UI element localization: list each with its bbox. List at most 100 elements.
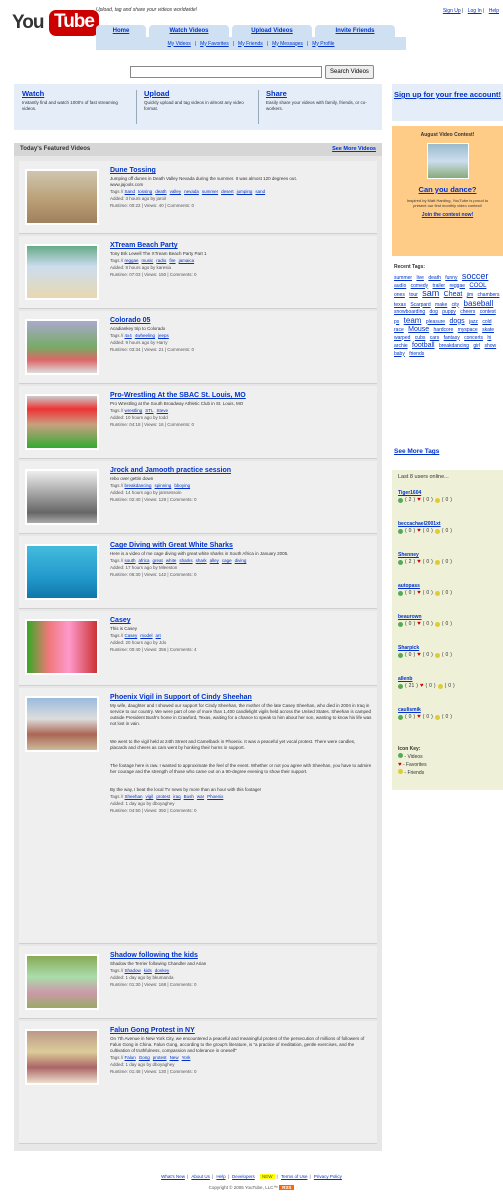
video-tag[interactable]: bboying <box>174 483 190 488</box>
tag-cloud-item[interactable]: snowboarding <box>394 309 425 315</box>
video-thumbnail[interactable] <box>25 954 99 1010</box>
video-tag[interactable]: great <box>153 558 163 563</box>
video-tag[interactable]: vigil <box>146 794 154 799</box>
subnav-my-profile[interactable]: My Profile <box>312 41 334 47</box>
video-tag[interactable]: diving <box>235 558 247 563</box>
footer-help[interactable]: Help <box>216 1174 225 1179</box>
video-tag[interactable]: Steve <box>157 408 169 413</box>
video-tag[interactable]: desert <box>221 189 234 194</box>
rss-icon[interactable]: RSS <box>279 1185 295 1190</box>
user-name-link[interactable]: allenb <box>398 676 455 682</box>
video-tag[interactable]: cage <box>222 558 232 563</box>
promo-watch-title[interactable]: Watch <box>22 89 132 98</box>
see-more-tags-link[interactable]: See More Tags <box>394 448 439 455</box>
video-title[interactable]: Colorado 05 <box>110 317 372 324</box>
video-tag[interactable]: jeeps <box>158 333 169 338</box>
tag-cloud-item[interactable]: breakdancing <box>439 343 469 349</box>
video-tag[interactable]: Shadow <box>125 968 141 973</box>
signup-link[interactable]: Sign Up <box>443 8 461 14</box>
tag-cloud-item[interactable]: dogs <box>449 318 464 325</box>
video-tag[interactable]: jumping <box>237 189 253 194</box>
tag-cloud-item[interactable]: cubs <box>415 335 426 341</box>
tag-cloud-item[interactable]: ones <box>394 292 405 298</box>
video-tag[interactable]: 4x4 <box>125 333 132 338</box>
video-tag[interactable]: donkey <box>155 968 170 973</box>
tag-cloud-item[interactable]: skate <box>482 327 494 333</box>
video-thumbnail[interactable] <box>25 1029 99 1085</box>
tab-invite-friends[interactable]: Invite Friends <box>315 25 395 37</box>
search-videos-button[interactable]: Search Videos <box>325 65 374 79</box>
tag-cloud-item[interactable]: football <box>412 342 435 349</box>
tag-cloud-item[interactable]: texas <box>394 302 406 308</box>
video-thumbnail[interactable] <box>25 696 99 752</box>
video-tag[interactable]: spinning <box>155 483 172 488</box>
youtube-logo[interactable]: You Tube <box>12 6 99 40</box>
video-tag[interactable]: death <box>155 189 166 194</box>
video-tag[interactable]: fire <box>169 258 175 263</box>
footer-whats-new[interactable]: What's New <box>161 1174 185 1179</box>
tag-cloud-item[interactable]: contest <box>480 309 496 315</box>
video-tag[interactable]: Bush <box>184 794 194 799</box>
user-name-link[interactable]: Tiger1604 <box>398 490 452 496</box>
video-title[interactable]: Pro-Wrestling At the SBAC St. Louis, MO <box>110 392 372 399</box>
promo-share-title[interactable]: Share <box>266 89 376 98</box>
tag-cloud-item[interactable]: concerts <box>464 335 483 341</box>
tag-cloud-item[interactable]: reggae <box>449 283 465 289</box>
tag-cloud-item[interactable]: fantasy <box>444 335 460 341</box>
video-tag[interactable]: protest <box>156 794 170 799</box>
tag-cloud-item[interactable]: cold <box>482 319 491 325</box>
tag-cloud-item[interactable]: death <box>428 275 441 281</box>
see-more-videos-link[interactable]: See More Videos <box>332 146 376 152</box>
user-name-link[interactable]: beaurown <box>398 614 452 620</box>
video-thumbnail[interactable] <box>25 394 99 450</box>
tag-cloud-item[interactable]: baby <box>394 351 405 357</box>
user-name-link[interactable]: Sharpick <box>398 645 452 651</box>
tab-upload-videos[interactable]: Upload Videos <box>232 25 312 37</box>
tag-cloud-item[interactable]: jim <box>467 292 473 298</box>
footer-about-us[interactable]: About Us <box>191 1174 210 1179</box>
tag-cloud-item[interactable]: dog <box>430 309 438 315</box>
subnav-my-videos[interactable]: My Videos <box>168 41 191 47</box>
footer-privacy[interactable]: Privacy Policy <box>314 1174 342 1179</box>
video-tag[interactable]: Casey <box>125 633 138 638</box>
video-thumbnail[interactable] <box>25 319 99 375</box>
search-input[interactable] <box>130 66 322 78</box>
tab-home[interactable]: Home <box>96 25 146 37</box>
tag-cloud-item[interactable]: myspace <box>458 327 478 333</box>
footer-terms[interactable]: Terms of Use <box>281 1174 308 1179</box>
tag-cloud-item[interactable]: girl <box>473 343 480 349</box>
footer-developers[interactable]: Developers <box>232 1174 255 1179</box>
video-tag[interactable]: 4wheeling <box>135 333 155 338</box>
tag-cloud-item[interactable]: cheers <box>460 309 475 315</box>
video-tag[interactable]: war <box>197 794 204 799</box>
video-tag[interactable]: STL <box>145 408 153 413</box>
join-contest-link[interactable]: Join the contest now! <box>392 212 503 218</box>
tag-cloud-item[interactable]: pleasure <box>426 319 445 325</box>
video-title[interactable]: Cage Diving with Great White Sharks <box>110 542 372 549</box>
tag-cloud-item[interactable]: summer <box>394 275 412 281</box>
video-tag[interactable]: Sand <box>125 189 136 194</box>
tag-cloud-item[interactable]: puppy <box>442 309 456 315</box>
user-name-link[interactable]: caulismik <box>398 707 452 713</box>
video-tag[interactable]: white <box>166 558 177 563</box>
video-tag[interactable]: reggae <box>125 258 139 263</box>
tag-cloud-item[interactable]: make <box>435 302 447 308</box>
video-title[interactable]: Dune Tossing <box>110 167 372 174</box>
tag-cloud-item[interactable]: show <box>484 343 496 349</box>
video-tag[interactable]: south <box>125 558 136 563</box>
tag-cloud-item[interactable]: ps <box>394 319 399 325</box>
video-tag[interactable]: wrestling <box>125 408 143 413</box>
video-thumbnail[interactable] <box>25 544 99 600</box>
video-tag[interactable]: breakdancing <box>125 483 152 488</box>
tag-cloud-item[interactable]: jazz <box>469 319 478 325</box>
video-tag[interactable]: York <box>182 1055 191 1060</box>
video-thumbnail[interactable] <box>25 244 99 300</box>
tag-cloud-item[interactable]: team <box>404 316 422 325</box>
tag-cloud-item[interactable]: race <box>394 327 404 333</box>
video-thumbnail[interactable] <box>25 169 99 225</box>
video-tag[interactable]: valley <box>170 189 182 194</box>
video-title[interactable]: Jrock and Jamooth practice session <box>110 467 372 474</box>
login-link[interactable]: Log In <box>468 8 482 14</box>
video-thumbnail[interactable] <box>25 469 99 525</box>
video-tag[interactable]: music <box>142 258 154 263</box>
